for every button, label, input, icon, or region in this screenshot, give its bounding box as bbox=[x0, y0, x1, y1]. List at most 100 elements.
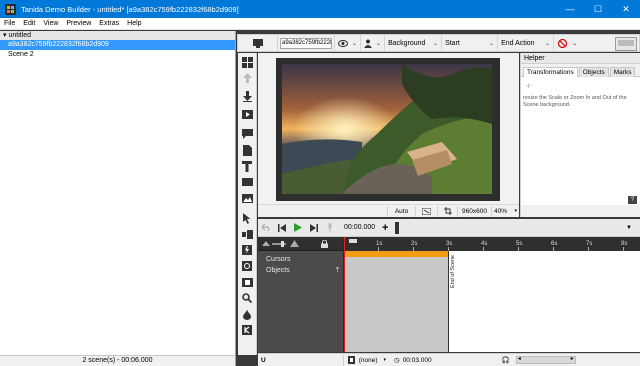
keyboard-tool[interactable] bbox=[240, 323, 254, 337]
zoom-tool[interactable] bbox=[240, 291, 254, 305]
resize-tool[interactable] bbox=[240, 227, 254, 241]
chevron-down-icon[interactable]: ▾ bbox=[384, 357, 387, 363]
arrow-up-icon bbox=[242, 73, 252, 83]
upload-icon[interactable]: ⤒ bbox=[336, 265, 339, 276]
horizontal-scrollbar[interactable]: ◂ ▸ bbox=[515, 355, 576, 364]
ruler-7s: 7s bbox=[586, 241, 593, 247]
help-button[interactable]: ? bbox=[628, 196, 637, 204]
chevron-down-icon: ⌄ bbox=[352, 40, 358, 47]
note-tool[interactable] bbox=[240, 143, 254, 157]
add-icon[interactable]: + bbox=[526, 81, 531, 91]
panel-toggle-button[interactable] bbox=[615, 37, 637, 51]
stage-area: Auto 960x600 40% ▾ bbox=[258, 53, 519, 217]
lock-icon[interactable] bbox=[321, 239, 328, 248]
tab-transformations[interactable]: Transformations bbox=[523, 67, 578, 77]
add-keyframe-button[interactable]: + bbox=[377, 220, 393, 236]
track-cursors[interactable]: Cursors bbox=[258, 254, 343, 265]
image-tool[interactable] bbox=[240, 191, 254, 205]
resolution-display: 960x600 bbox=[458, 205, 492, 217]
mute-dropdown[interactable]: ⌄ bbox=[554, 35, 580, 51]
track-objects[interactable]: Objects ⤒ bbox=[258, 265, 343, 276]
background-dropdown[interactable]: Background ⌄ bbox=[385, 35, 443, 51]
scene-name-field[interactable]: a9a382c759fb222832f68b2d909 bbox=[280, 37, 332, 49]
zoom-slider[interactable] bbox=[272, 240, 286, 247]
flash-tool[interactable] bbox=[240, 243, 254, 257]
window-title: Tanida Demo Builder - untitled* [a9a382c… bbox=[21, 4, 239, 14]
minimize-button[interactable]: — bbox=[556, 0, 584, 18]
marker-button[interactable] bbox=[395, 221, 400, 234]
grid-view-tool[interactable] bbox=[240, 55, 254, 69]
filmstrip-tool[interactable] bbox=[240, 275, 254, 289]
ruler-tick bbox=[518, 247, 519, 251]
close-button[interactable]: ✕ bbox=[612, 0, 640, 18]
ruler-2s: 2s bbox=[411, 241, 418, 247]
auto-size-button[interactable]: Auto bbox=[388, 205, 416, 217]
maximize-button[interactable]: ☐ bbox=[584, 0, 612, 18]
speaker-person-button[interactable]: ⌄ bbox=[361, 35, 386, 51]
flash-icon bbox=[242, 245, 252, 255]
rectangle-tool[interactable] bbox=[240, 175, 254, 189]
scroll-right-icon[interactable]: ▸ bbox=[571, 355, 574, 362]
audio-file-label[interactable]: (none) bbox=[359, 357, 378, 364]
menu-file[interactable]: File bbox=[0, 20, 19, 27]
speech-bubble-tool[interactable] bbox=[240, 127, 254, 141]
crop-tool-button[interactable] bbox=[438, 205, 458, 217]
end-action-dropdown[interactable]: End Action ⌄ bbox=[498, 35, 555, 51]
visibility-toggle[interactable]: ⌄ bbox=[335, 35, 362, 51]
zoom-dropdown[interactable]: 40% ▾ bbox=[492, 206, 519, 217]
end-of-scene-marker[interactable]: End of Scene bbox=[448, 251, 456, 352]
current-time: 00:00.000 bbox=[344, 224, 376, 231]
panel-toggle-icon bbox=[618, 40, 634, 46]
timeline-canvas[interactable]: 1s 2s 3s 4s 5s 6s 7s 8s End of Scene bbox=[344, 237, 640, 352]
skip-back-icon bbox=[278, 223, 286, 232]
play-button[interactable] bbox=[290, 220, 306, 236]
monitor-icon bbox=[252, 38, 263, 48]
drop-icon bbox=[243, 308, 251, 320]
plus-icon: + bbox=[381, 221, 389, 234]
upload-tool[interactable] bbox=[240, 71, 254, 85]
chevron-down-icon[interactable]: ▼ bbox=[626, 225, 632, 231]
download-tool[interactable] bbox=[240, 89, 254, 103]
tree-root[interactable]: ▾ untitled bbox=[0, 31, 235, 40]
collapse-arrow-icon[interactable]: ▾ bbox=[3, 32, 7, 39]
menu-preview[interactable]: Preview bbox=[62, 20, 95, 27]
start-dropdown[interactable]: Start ⌄ bbox=[442, 35, 499, 51]
scene-track-area[interactable] bbox=[344, 257, 448, 352]
text-tool[interactable] bbox=[240, 159, 254, 173]
tab-objects[interactable]: Objects bbox=[578, 67, 609, 77]
undo-button[interactable] bbox=[258, 220, 274, 236]
record-audio-button[interactable] bbox=[322, 220, 338, 236]
play-scene-tool[interactable] bbox=[240, 107, 254, 121]
playhead-handle[interactable] bbox=[349, 239, 357, 243]
menu-help[interactable]: Help bbox=[123, 20, 145, 27]
ruler-4s: 4s bbox=[481, 241, 488, 247]
image-icon bbox=[241, 193, 253, 203]
scroll-left-icon[interactable]: ◂ bbox=[518, 355, 521, 362]
cursor-tool[interactable] bbox=[240, 211, 254, 225]
drop-tool[interactable] bbox=[240, 307, 254, 321]
settings-tool[interactable] bbox=[240, 259, 254, 273]
go-to-end-button[interactable] bbox=[306, 220, 322, 236]
go-to-start-button[interactable] bbox=[274, 220, 290, 236]
zoom-label: 40% bbox=[494, 207, 508, 215]
play-icon bbox=[294, 223, 302, 232]
helper-description: resize the Scale or Zoom In and Out of t… bbox=[523, 95, 627, 108]
playhead[interactable] bbox=[344, 237, 345, 352]
scene-canvas[interactable] bbox=[276, 58, 500, 201]
headphones-icon[interactable]: 🎧 bbox=[502, 356, 510, 364]
fit-tool-button[interactable] bbox=[416, 205, 438, 217]
tab-marks[interactable]: Marks bbox=[609, 67, 636, 77]
grid-icon bbox=[241, 56, 253, 68]
scene-toolbar: a9a382c759fb222832f68b2d909 ⌄ ⌄ Backgrou… bbox=[237, 34, 640, 52]
menu-edit[interactable]: Edit bbox=[19, 20, 39, 27]
menu-view[interactable]: View bbox=[39, 20, 62, 27]
scene-properties-button[interactable] bbox=[238, 35, 278, 51]
chevron-down-icon: ⌄ bbox=[489, 40, 495, 47]
menu-extras[interactable]: Extras bbox=[95, 20, 123, 27]
scene-item-1[interactable]: a9a382c759fb222832f68b2d909 bbox=[0, 40, 235, 50]
scene-item-2[interactable]: Scene 2 bbox=[0, 50, 235, 60]
editor-area: a9a382c759fb222832f68b2d909 ⌄ ⌄ Backgrou… bbox=[237, 31, 640, 366]
undo-icon bbox=[261, 224, 269, 231]
stage-status-bar: Auto 960x600 40% ▾ bbox=[258, 204, 519, 217]
app-logo-icon bbox=[4, 3, 16, 15]
